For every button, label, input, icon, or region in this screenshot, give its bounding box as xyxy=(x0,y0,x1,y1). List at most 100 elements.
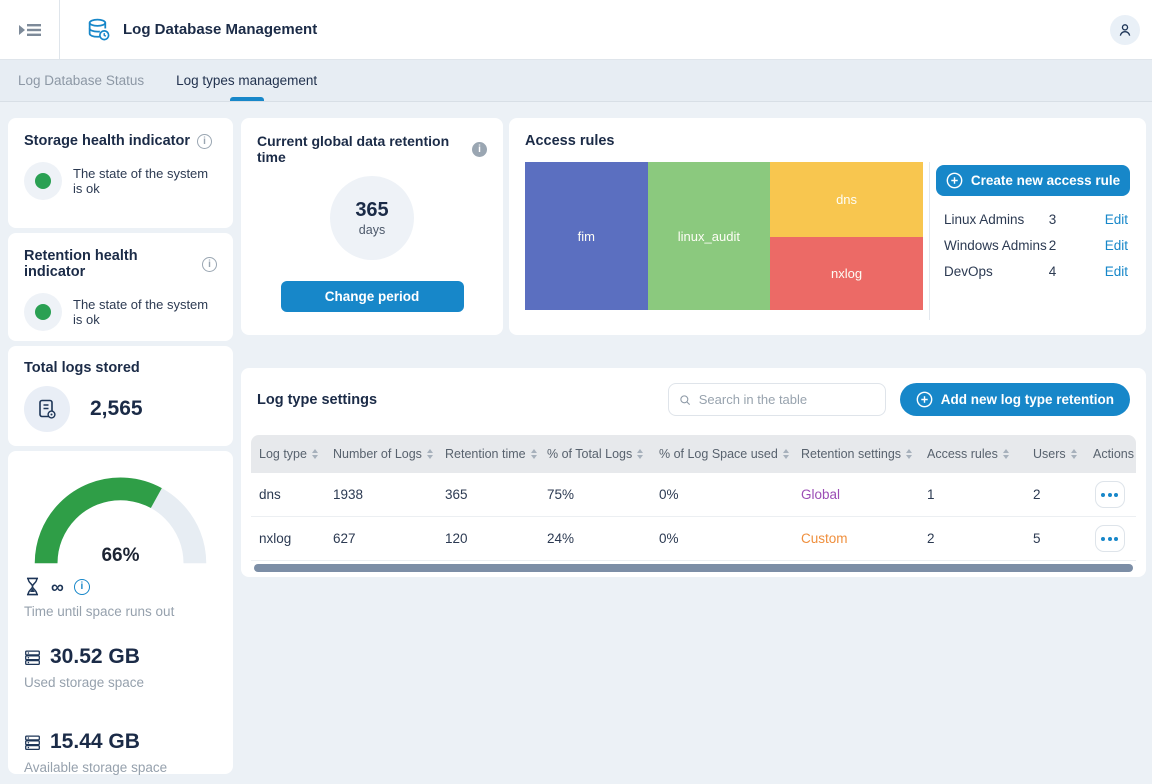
access-rule-row: DevOps4Edit xyxy=(936,258,1130,284)
column-header-actions: Actions xyxy=(1083,447,1136,461)
gauge-percent-label: 66% xyxy=(24,545,217,567)
plus-circle-icon xyxy=(916,391,933,408)
active-tab-indicator xyxy=(230,97,264,101)
column-label: % of Log Space used xyxy=(659,447,778,461)
sort-icon[interactable] xyxy=(531,449,537,459)
tab-bar: Log Database Status Log types management xyxy=(0,60,1152,102)
access-rule-row: Windows Admins2Edit xyxy=(936,232,1130,258)
treemap-block-linux_audit[interactable]: linux_audit xyxy=(648,162,771,310)
column-header-retention-settings[interactable]: Retention settings xyxy=(793,447,919,461)
log-type-settings-title: Log type settings xyxy=(257,392,377,408)
rule-name: Windows Admins xyxy=(944,238,1049,253)
info-icon[interactable]: i xyxy=(472,142,487,157)
create-access-rule-button[interactable]: Create new access rule xyxy=(936,165,1130,196)
cell-users: 5 xyxy=(1025,531,1083,546)
storage-health-title: Storage health indicator xyxy=(24,133,190,149)
storage-icon xyxy=(24,649,41,666)
cell-users: 2 xyxy=(1025,487,1083,502)
column-label: Retention settings xyxy=(801,447,901,461)
cell-retention-time: 365 xyxy=(437,487,539,502)
column-label: Actions xyxy=(1093,447,1134,461)
gauge-caption: Time until space runs out xyxy=(24,604,217,619)
green-status-dot xyxy=(35,173,51,189)
treemap-block-nxlog[interactable]: nxlog xyxy=(770,237,923,310)
sort-icon[interactable] xyxy=(783,449,789,459)
brand: Log Database Management xyxy=(86,17,317,42)
used-space-value: 30.52 GB xyxy=(50,645,140,669)
used-space-label: Used storage space xyxy=(24,675,217,690)
row-actions-button[interactable] xyxy=(1095,525,1125,552)
retention-days-unit: days xyxy=(359,223,385,237)
sort-icon[interactable] xyxy=(1071,449,1077,459)
hourglass-icon xyxy=(24,577,41,596)
treemap-block-dns[interactable]: dns xyxy=(770,162,923,237)
add-log-type-button[interactable]: Add new log type retention xyxy=(900,383,1130,416)
page-title: Log Database Management xyxy=(123,21,317,38)
cell-log-type: dns xyxy=(251,487,325,502)
rule-name: Linux Admins xyxy=(944,212,1049,227)
column-header-log-type[interactable]: Log type xyxy=(251,447,325,461)
rule-edit-link[interactable]: Edit xyxy=(1105,264,1128,279)
change-period-button[interactable]: Change period xyxy=(281,281,464,312)
column-header-retention-time[interactable]: Retention time xyxy=(437,447,539,461)
retention-card-title: Current global data retention time xyxy=(257,133,465,165)
sort-icon[interactable] xyxy=(906,449,912,459)
column-label: Users xyxy=(1033,447,1066,461)
info-icon[interactable]: i xyxy=(202,257,217,272)
search-icon xyxy=(679,392,691,408)
app-header: Log Database Management xyxy=(0,0,1152,60)
treemap-label: nxlog xyxy=(831,266,862,281)
info-icon[interactable]: i xyxy=(74,579,90,595)
access-rule-row: Linux Admins3Edit xyxy=(936,206,1130,232)
sort-icon[interactable] xyxy=(312,449,318,459)
total-logs-card: Total logs stored 2,565 xyxy=(8,346,233,446)
row-actions-button[interactable] xyxy=(1095,481,1125,508)
status-indicator xyxy=(24,162,62,200)
access-rules-card: Access rules fimlinux_auditdnsnxlog Crea… xyxy=(509,118,1146,335)
treemap-label: fim xyxy=(578,229,595,244)
cell-log-type: nxlog xyxy=(251,531,325,546)
treemap-label: linux_audit xyxy=(678,229,740,244)
database-icon xyxy=(86,17,111,42)
capacity-card: 66% ∞ i Time until space runs out xyxy=(8,451,233,774)
user-avatar-button[interactable] xyxy=(1110,15,1140,45)
column-header-access-rules[interactable]: Access rules xyxy=(919,447,1025,461)
available-space-value: 15.44 GB xyxy=(50,730,140,754)
sort-icon[interactable] xyxy=(1003,449,1009,459)
horizontal-scrollbar[interactable] xyxy=(254,564,1133,572)
column-header-number-of-logs[interactable]: Number of Logs xyxy=(325,447,437,461)
treemap-label: dns xyxy=(836,192,857,207)
menu-toggle-button[interactable] xyxy=(0,0,60,59)
treemap-block-fim[interactable]: fim xyxy=(525,162,648,310)
table-row-dns: dns193836575%0%Global12 xyxy=(251,473,1136,517)
search-input[interactable] xyxy=(699,392,875,407)
treemap-column: dns nxlog xyxy=(770,162,923,310)
info-icon[interactable]: i xyxy=(197,134,212,149)
rule-edit-link[interactable]: Edit xyxy=(1105,238,1128,253)
capacity-gauge: 66% xyxy=(24,467,217,565)
column-header--of-total-logs[interactable]: % of Total Logs xyxy=(539,447,651,461)
rule-name: DevOps xyxy=(944,264,1049,279)
column-label: Retention time xyxy=(445,447,526,461)
rule-edit-link[interactable]: Edit xyxy=(1105,212,1128,227)
total-logs-value: 2,565 xyxy=(90,397,143,421)
table-body: dns193836575%0%Global12nxlog62712024%0%C… xyxy=(251,473,1136,561)
menu-open-icon xyxy=(18,20,42,40)
tab-log-types-management[interactable]: Log types management xyxy=(160,60,333,101)
column-header-users[interactable]: Users xyxy=(1025,447,1083,461)
sort-icon[interactable] xyxy=(427,449,433,459)
user-icon xyxy=(1116,21,1134,39)
sort-icon[interactable] xyxy=(637,449,643,459)
cell-retention-settings: Global xyxy=(793,487,919,502)
tab-log-database-status[interactable]: Log Database Status xyxy=(2,60,160,101)
cell-retention-time: 120 xyxy=(437,531,539,546)
retention-health-status: The state of the system is ok xyxy=(73,297,217,327)
storage-icon xyxy=(24,734,41,751)
cell-number-of-logs: 627 xyxy=(325,531,437,546)
retention-days-value: 365 xyxy=(355,199,388,222)
log-type-settings-panel: Log type settings Add new log type reten… xyxy=(241,368,1146,577)
content-area: Storage health indicator i The state of … xyxy=(0,102,1152,784)
column-header--of-log-space-used[interactable]: % of Log Space used xyxy=(651,447,793,461)
column-label: Access rules xyxy=(927,447,998,461)
green-status-dot xyxy=(35,304,51,320)
